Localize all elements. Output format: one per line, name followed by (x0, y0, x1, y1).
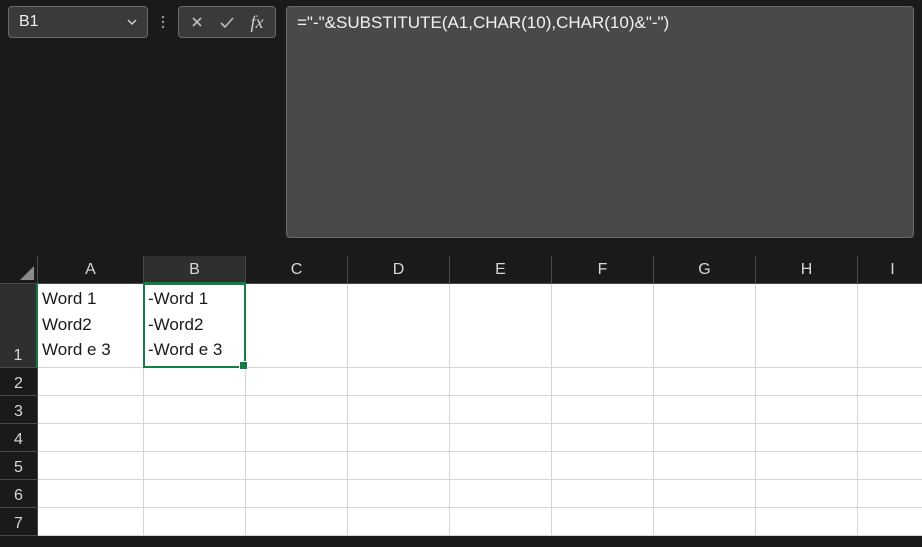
cell-F6[interactable] (552, 480, 654, 508)
separator-dots-icon (158, 6, 168, 38)
column-header-I[interactable]: I (858, 256, 922, 284)
cell-E3[interactable] (450, 396, 552, 424)
cell-H4[interactable] (756, 424, 858, 452)
cell-H1[interactable] (756, 284, 858, 368)
cell-A1[interactable]: Word 1 Word2 Word e 3 (38, 284, 144, 368)
row-header-7[interactable]: 7 (0, 508, 38, 536)
cell-B4[interactable] (144, 424, 246, 452)
cell-B3[interactable] (144, 396, 246, 424)
cell-E4[interactable] (450, 424, 552, 452)
name-box[interactable]: B1 (8, 6, 148, 38)
row-header-6[interactable]: 6 (0, 480, 38, 508)
row-header-4[interactable]: 4 (0, 424, 38, 452)
cell-A2[interactable] (38, 368, 144, 396)
cell-D7[interactable] (348, 508, 450, 536)
cell-F5[interactable] (552, 452, 654, 480)
column-header-G[interactable]: G (654, 256, 756, 284)
cell-C3[interactable] (246, 396, 348, 424)
cell-H7[interactable] (756, 508, 858, 536)
cell-G2[interactable] (654, 368, 756, 396)
cell-G3[interactable] (654, 396, 756, 424)
check-icon (219, 15, 235, 29)
column-header-A[interactable]: A (38, 256, 144, 284)
cell-D6[interactable] (348, 480, 450, 508)
cell-I1[interactable] (858, 284, 922, 368)
cell-A4[interactable] (38, 424, 144, 452)
cell-F4[interactable] (552, 424, 654, 452)
column-header-C[interactable]: C (246, 256, 348, 284)
cell-D3[interactable] (348, 396, 450, 424)
cell-G1[interactable] (654, 284, 756, 368)
cell-C6[interactable] (246, 480, 348, 508)
column-header-E[interactable]: E (450, 256, 552, 284)
cell-E6[interactable] (450, 480, 552, 508)
spreadsheet-grid[interactable]: A B C D E F G H I 1 Word 1 Word2 Word e … (0, 256, 922, 536)
cell-H3[interactable] (756, 396, 858, 424)
cell-I4[interactable] (858, 424, 922, 452)
cell-F1[interactable] (552, 284, 654, 368)
cell-E2[interactable] (450, 368, 552, 396)
cell-C7[interactable] (246, 508, 348, 536)
cell-B7[interactable] (144, 508, 246, 536)
select-all-corner[interactable] (0, 256, 38, 284)
enter-button[interactable] (213, 9, 241, 35)
cell-A6[interactable] (38, 480, 144, 508)
cell-B1[interactable]: -Word 1 -Word2 -Word e 3 (144, 284, 246, 368)
cell-D1[interactable] (348, 284, 450, 368)
cell-G7[interactable] (654, 508, 756, 536)
column-header-H[interactable]: H (756, 256, 858, 284)
row-header-1[interactable]: 1 (0, 284, 38, 368)
cell-F7[interactable] (552, 508, 654, 536)
cell-C4[interactable] (246, 424, 348, 452)
cell-A5[interactable] (38, 452, 144, 480)
chevron-down-icon[interactable] (123, 13, 141, 31)
row-header-3[interactable]: 3 (0, 396, 38, 424)
cell-B1-value: -Word 1 -Word2 -Word e 3 (148, 286, 222, 363)
cell-H2[interactable] (756, 368, 858, 396)
cancel-button[interactable] (183, 9, 211, 35)
row-header-2[interactable]: 2 (0, 368, 38, 396)
cell-G6[interactable] (654, 480, 756, 508)
cell-D2[interactable] (348, 368, 450, 396)
formula-bar[interactable]: ="-"&SUBSTITUTE(A1,CHAR(10),CHAR(10)&"-"… (286, 6, 914, 238)
cell-H5[interactable] (756, 452, 858, 480)
cell-G4[interactable] (654, 424, 756, 452)
fx-icon: fx (247, 12, 268, 33)
row-header-5[interactable]: 5 (0, 452, 38, 480)
column-header-B[interactable]: B (144, 256, 246, 284)
cell-I7[interactable] (858, 508, 922, 536)
cell-I6[interactable] (858, 480, 922, 508)
cell-B2[interactable] (144, 368, 246, 396)
cell-C5[interactable] (246, 452, 348, 480)
formula-controls: fx (178, 6, 276, 38)
cell-F3[interactable] (552, 396, 654, 424)
cell-B6[interactable] (144, 480, 246, 508)
column-header-F[interactable]: F (552, 256, 654, 284)
cell-H6[interactable] (756, 480, 858, 508)
x-icon (190, 15, 204, 29)
cell-C2[interactable] (246, 368, 348, 396)
cell-D5[interactable] (348, 452, 450, 480)
formula-bar-value: ="-"&SUBSTITUTE(A1,CHAR(10),CHAR(10)&"-"… (297, 13, 669, 32)
cell-C1[interactable] (246, 284, 348, 368)
cell-E1[interactable] (450, 284, 552, 368)
cell-I3[interactable] (858, 396, 922, 424)
cell-A3[interactable] (38, 396, 144, 424)
cell-D4[interactable] (348, 424, 450, 452)
cell-B5[interactable] (144, 452, 246, 480)
cell-E5[interactable] (450, 452, 552, 480)
cell-I2[interactable] (858, 368, 922, 396)
cell-F2[interactable] (552, 368, 654, 396)
name-box-value: B1 (19, 13, 123, 31)
insert-function-button[interactable]: fx (243, 9, 271, 35)
cell-I5[interactable] (858, 452, 922, 480)
cell-A7[interactable] (38, 508, 144, 536)
column-header-D[interactable]: D (348, 256, 450, 284)
cell-E7[interactable] (450, 508, 552, 536)
cell-G5[interactable] (654, 452, 756, 480)
